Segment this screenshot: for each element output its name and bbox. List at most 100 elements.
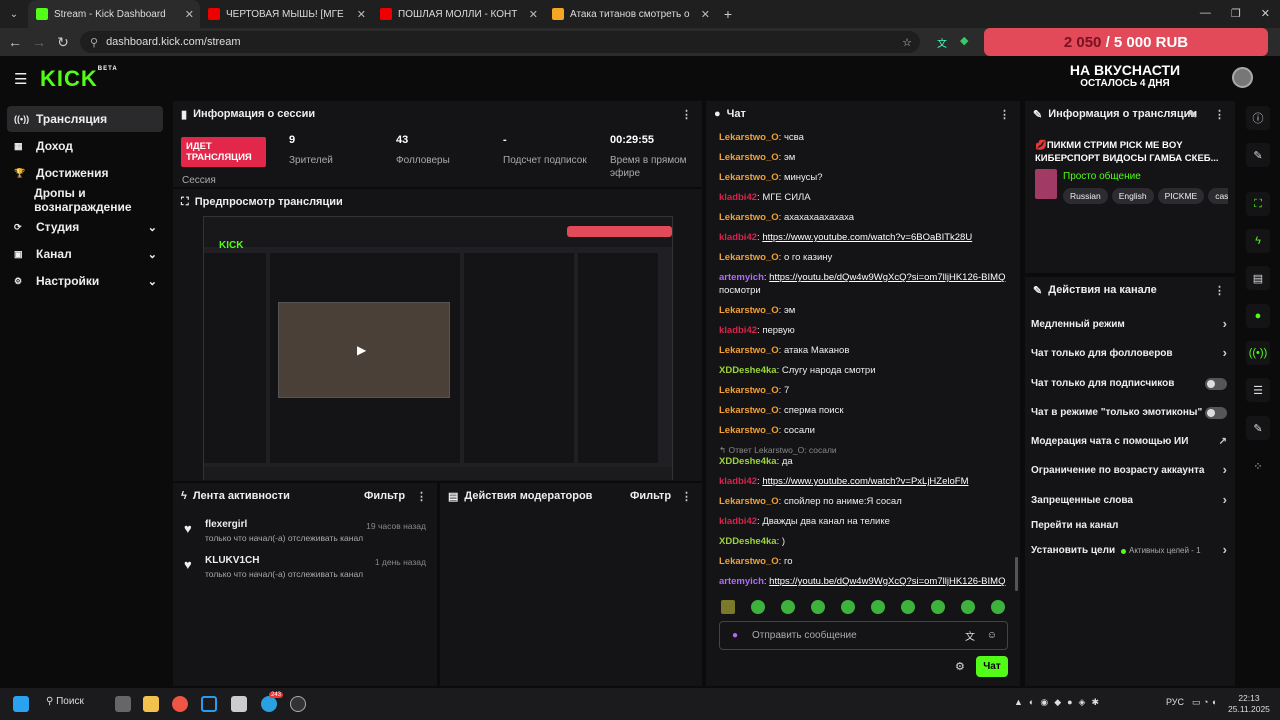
reload-icon[interactable]: ↻ [51,34,75,51]
sidebar-item-income[interactable]: ▦ Доход [7,133,163,159]
site-info-icon[interactable]: ⚲ [90,36,98,49]
sidebar-item-settings[interactable]: ⚙ Настройки ⌄ [7,268,163,294]
task-view-icon[interactable] [115,696,131,712]
chat-username[interactable]: XDDeshe4ka [719,365,777,376]
chat-username[interactable]: Lekarstwo_O [719,132,779,143]
chat-bubble-icon[interactable]: ● [1246,304,1270,328]
emote-icon[interactable] [841,600,855,614]
activity-user[interactable]: flexergirl [205,519,247,530]
broadcast-icon[interactable]: ((•)) [1246,341,1270,365]
chat-username[interactable]: Lekarstwo_O [719,305,779,316]
more-options-icon[interactable]: ⋮ [999,108,1010,121]
info-icon[interactable]: ⓘ [1246,106,1270,130]
sidebar-item-stream[interactable]: ((•)) Трансляция [7,106,163,132]
minimize-icon[interactable]: — [1200,7,1211,20]
chat-username[interactable]: Lekarstwo_O [719,152,779,163]
browser-tab[interactable]: ПОШЛАЯ МОЛЛИ - КОНТРАК ✕ [372,0,544,28]
chat-username[interactable]: artemyich [719,576,764,587]
network-icon[interactable]: ▭ ◔ ◖ [1192,697,1216,708]
new-tab-button[interactable]: + [716,6,740,22]
chat-username[interactable]: Lekarstwo_O [719,496,779,507]
language-indicator[interactable]: РУС [1166,697,1184,707]
mic-icon[interactable]: ● [732,630,738,641]
bookmark-star-icon[interactable]: ☆ [902,36,912,49]
tab-list-icon[interactable]: ⌄ [0,9,28,20]
toggle-switch[interactable] [1205,378,1227,390]
channel-action-item[interactable]: Чат в режиме "только эмотиконы" [1031,407,1227,420]
translate-ext-icon[interactable]: 文 [937,35,947,50]
forward-icon[interactable]: → [27,34,51,50]
channel-action-item[interactable]: Ограничение по возрасту аккаунта › [1031,462,1227,478]
channel-action-item[interactable]: Чат только для фолловеров › [1031,345,1227,361]
avatar[interactable] [1232,67,1253,88]
edit-icon[interactable]: ✎ [1188,108,1197,121]
chat-username[interactable]: Lekarstwo_O [719,405,779,416]
channel-action-item[interactable]: Запрещенные слова › [1031,492,1227,508]
steam-icon[interactable] [290,696,306,712]
stream-tag[interactable]: PICKME [1157,188,1205,204]
emote-icon[interactable] [961,600,975,614]
tab-close-icon[interactable]: ✕ [185,8,194,21]
windows-start-icon[interactable] [13,696,29,712]
stream-tag[interactable]: English [1111,188,1154,204]
sidebar-item-channel[interactable]: ▣ Канал ⌄ [7,241,163,267]
more-options-icon[interactable]: ⋮ [1214,284,1225,297]
mod-filter-button[interactable]: Фильтр [630,490,671,502]
chat-username[interactable]: Lekarstwo_O [719,425,779,436]
emote-icon[interactable] [721,600,735,614]
close-window-icon[interactable]: ✕ [1261,7,1270,20]
chat-username[interactable]: Lekarstwo_O [719,172,779,183]
stream-tag[interactable]: casin [1208,188,1228,204]
emote-icon[interactable] [931,600,945,614]
chat-username[interactable]: kladbi42 [719,516,757,527]
chat-username[interactable]: Lekarstwo_O [719,345,779,356]
category-name[interactable]: Просто общение [1063,171,1141,182]
emote-icon[interactable] [781,600,795,614]
more-options-icon[interactable]: ⋮ [681,490,692,503]
tray-icons[interactable]: ▲◐◉◆●◈✱ [1014,697,1105,708]
kick-logo[interactable]: KICKBETA [40,66,118,92]
more-options-icon[interactable]: ⋮ [1214,108,1225,121]
chat-link[interactable]: https://www.youtube.com/watch?v=6BOaBITk… [762,232,972,243]
tab-close-icon[interactable]: ✕ [357,8,366,21]
browser-tab[interactable]: ЧЕРТОВАЯ МЫШЬ! [МГЕ страш ✕ [200,0,372,28]
lightning-icon[interactable]: ϟ [1246,229,1270,253]
channel-action-item[interactable]: Модерация чата с помощью ИИ ↗ [1031,436,1227,449]
snipping-tool-icon[interactable] [201,696,217,712]
chat-send-button[interactable]: Чат [976,656,1008,677]
chrome-icon[interactable] [172,696,188,712]
apps-icon[interactable]: ⁘ [1246,454,1270,478]
chat-link[interactable]: https://youtu.be/dQw4w9WgXcQ?si=om7lljHK… [769,576,1005,587]
more-options-icon[interactable]: ⋮ [416,490,427,503]
shield-ext-icon[interactable]: ◆ [960,34,968,47]
toggle-switch[interactable] [1205,407,1227,419]
channel-action-item[interactable]: Медленный режим › [1031,316,1227,332]
stream-tag[interactable]: Russian [1063,188,1108,204]
wrench-icon[interactable]: ✎ [1246,416,1270,440]
back-icon[interactable]: ← [3,34,27,50]
more-options-icon[interactable]: ⋮ [681,108,692,121]
emote-icon[interactable] [871,600,885,614]
chat-username[interactable]: XDDeshe4ka [719,536,777,547]
chat-username[interactable]: kladbi42 [719,325,757,336]
sidebar-item-studio[interactable]: ⟳ Студия ⌄ [7,214,163,240]
emote-icon[interactable] [751,600,765,614]
chat-input[interactable]: ● Отправить сообщение 文 ☺ [719,621,1008,650]
channel-action-item[interactable]: Чат только для подписчиков [1031,378,1227,391]
emote-icon[interactable] [811,600,825,614]
hamburger-menu-icon[interactable]: ☰ [14,70,27,88]
chat-link[interactable]: https://youtu.be/dQw4w9WgXcQ?si=om7lljHK… [769,272,1005,283]
chat-settings-icon[interactable]: ⚙ [955,660,965,673]
chat-username[interactable]: kladbi42 [719,476,757,487]
tab-close-icon[interactable]: ✕ [529,8,538,21]
chat-username[interactable]: Lekarstwo_O [719,385,779,396]
sidebar-item-achievements[interactable]: 🏆 Достижения [7,160,163,186]
stream-preview-video[interactable]: KICK ▶ [203,216,673,480]
tab-close-icon[interactable]: ✕ [701,8,710,21]
channel-action-item[interactable]: Перейти на канал [1031,520,1227,533]
users-icon[interactable]: ☰ [1246,378,1270,402]
activity-filter-button[interactable]: Фильтр [364,490,405,502]
browser-tab[interactable]: Атака титанов смотреть онлай ✕ [544,0,716,28]
sidebar-item-drops[interactable]: Дропы и вознаграждение [7,186,163,214]
chat-username[interactable]: Lekarstwo_O [719,252,779,263]
